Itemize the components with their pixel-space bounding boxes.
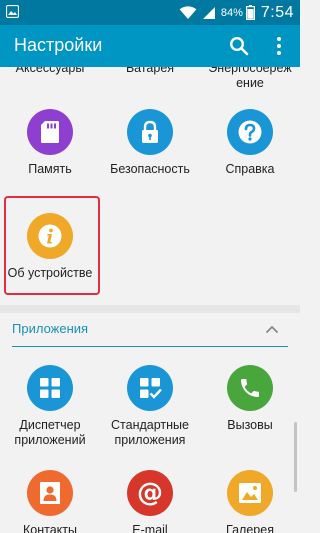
contact-icon: [40, 482, 60, 504]
gallery-circle: [227, 470, 273, 516]
calls-label: Вызовы: [227, 418, 273, 432]
search-icon[interactable]: [229, 36, 249, 56]
memory-label: Память: [28, 162, 72, 176]
power-saving-label-line1[interactable]: Энергосбереж: [200, 67, 300, 76]
contacts-circle: [27, 470, 73, 516]
gallery-notification-icon: [6, 5, 19, 18]
wifi-icon: [179, 5, 197, 19]
info-icon: [38, 224, 62, 248]
contacts-label: Контакты: [23, 523, 77, 533]
clock: 7:54: [260, 3, 294, 21]
at-icon: @: [137, 478, 163, 508]
signal-icon: [202, 6, 215, 19]
app-grid-icon: [40, 378, 60, 398]
sd-card-icon: [41, 121, 59, 143]
app-manager-circle: [27, 365, 73, 411]
section-header-applications[interactable]: Приложения: [0, 313, 300, 349]
security-label: Безопасность: [110, 162, 190, 176]
section-underline: [12, 346, 288, 347]
page-title: Настройки: [14, 35, 103, 55]
default-apps-icon: [140, 378, 162, 399]
gallery-icon: [239, 483, 261, 503]
battery-label[interactable]: Батарея: [100, 67, 200, 76]
gallery-label: Галерея: [226, 523, 274, 533]
phone-icon: [241, 379, 259, 397]
help-circle: [227, 109, 273, 155]
memory-circle: [27, 109, 73, 155]
about-device-label: Об устройстве: [7, 266, 93, 280]
app-bar: Настройки: [0, 25, 300, 67]
about-circle: [27, 213, 73, 259]
settings-content: Аксессуары Батарея Энергосбереж ение Пам…: [0, 67, 300, 533]
default-apps-label-line2: приложения: [114, 433, 186, 447]
more-vert-icon[interactable]: [272, 36, 286, 56]
power-saving-label-line2[interactable]: ение: [200, 76, 300, 91]
scrollbar[interactable]: [294, 422, 297, 492]
app-manager-label-line1: Диспетчер: [19, 418, 81, 432]
lock-icon: [142, 120, 158, 143]
section-title: Приложения: [12, 321, 89, 336]
battery-percent: 84%: [220, 6, 243, 19]
default-apps-label-line1: Стандартные: [111, 418, 189, 432]
app-manager-label-line2: приложений: [14, 433, 86, 447]
section-divider: [0, 305, 300, 313]
email-circle: @: [127, 470, 173, 516]
battery-icon: [245, 5, 255, 20]
calls-circle: [227, 365, 273, 411]
email-label: E-mail: [132, 523, 168, 533]
status-bar: 84% 7:54: [0, 0, 300, 25]
help-label: Справка: [225, 162, 275, 176]
chevron-up-icon[interactable]: [265, 324, 279, 334]
help-icon: [238, 120, 262, 144]
default-apps-circle: [127, 365, 173, 411]
accessories-label[interactable]: Аксессуары: [0, 67, 100, 76]
security-circle: [127, 109, 173, 155]
